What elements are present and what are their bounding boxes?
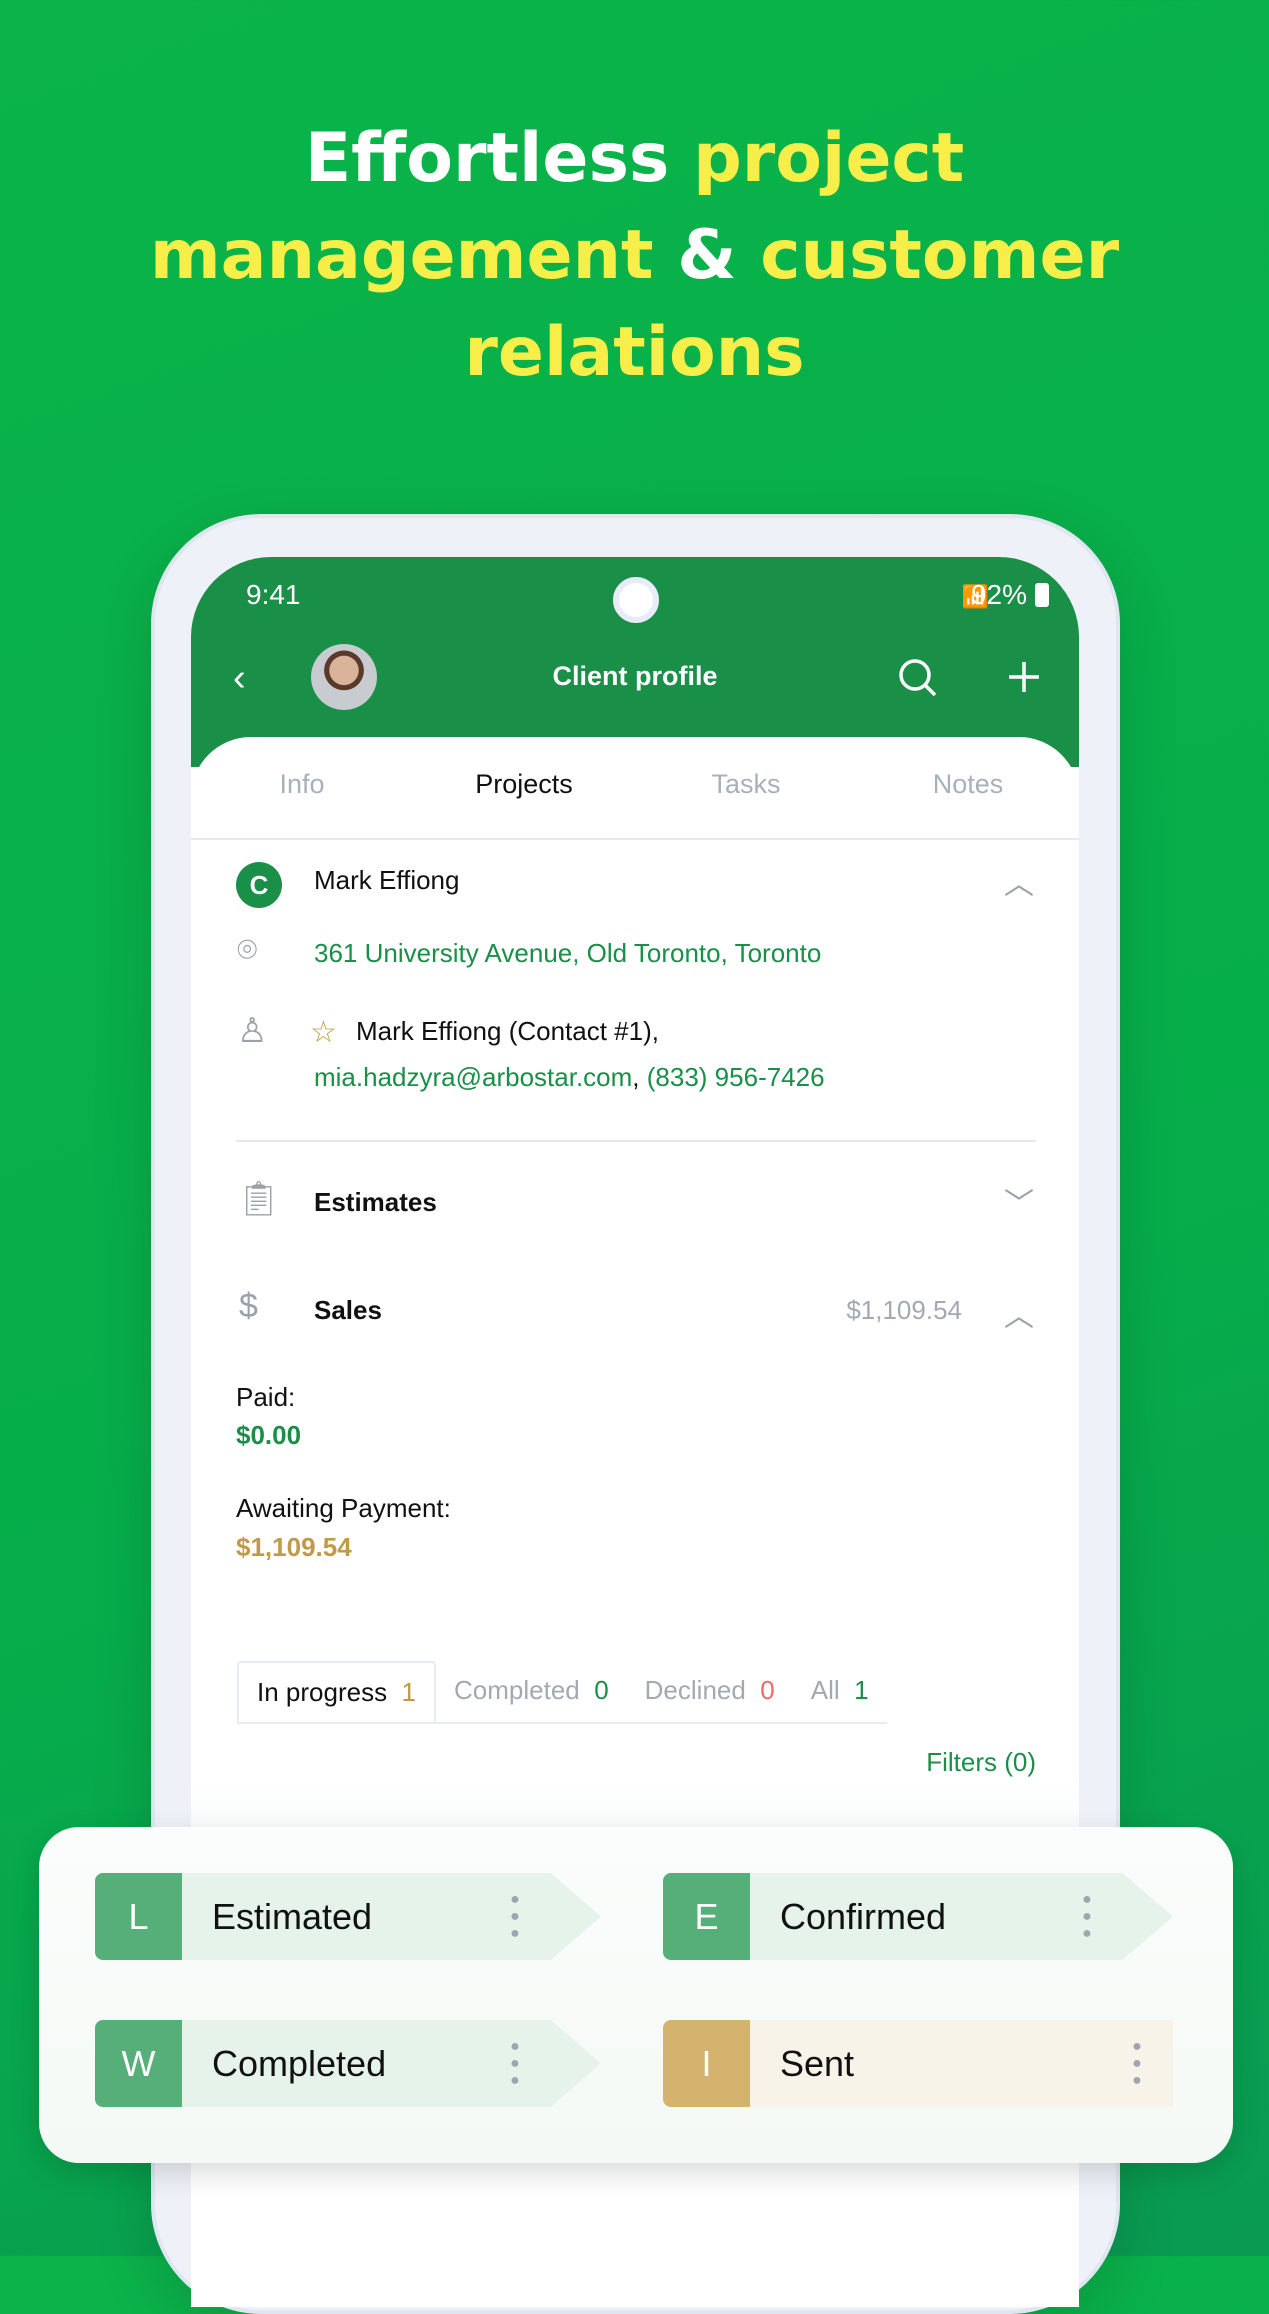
separator: , [632,1062,640,1092]
chip-label: Estimated [212,1895,373,1937]
contact-name: Mark Effiong (Contact #1), [356,1016,659,1046]
paid-value: $0.00 [236,1420,302,1450]
status-chip-confirmed[interactable]: E Confirmed ● ● ● [663,1873,1173,1960]
chip-letter: E [663,1873,750,1960]
chip-label: Confirmed [780,1895,947,1937]
headline-text: & [653,216,761,295]
chevron-up-icon[interactable]: ︿ [1004,859,1034,903]
client-address[interactable]: 361 University Avenue, Old Toronto, Toro… [314,938,821,969]
divider [191,838,1079,840]
tab-label: Declined [644,1675,746,1705]
tab-tasks[interactable]: Tasks [635,769,857,800]
star-icon[interactable]: ☆ [310,1015,337,1050]
tab-count: 1 [401,1677,416,1707]
headline-text: relations [464,313,805,392]
status-chip-completed[interactable]: W Completed ● ● ● [95,2020,601,2107]
chip-letter: I [663,2020,750,2107]
tab-projects[interactable]: Projects [413,769,635,800]
chip-label: Sent [780,2042,855,2084]
estimates-section[interactable]: Estimates [314,1187,437,1218]
tab-bar: Info Projects Tasks Notes [191,769,1079,800]
battery-level: 92% [970,579,1027,610]
status-tab-declined[interactable]: Declined 0 [627,1661,793,1722]
battery-icon [1035,583,1049,607]
chevron-up-icon[interactable]: ︿ [1004,1291,1034,1335]
page-title: Client profile [552,661,718,691]
filters-button[interactable]: Filters (0) [926,1747,1036,1778]
status-tab-all[interactable]: All 1 [793,1661,887,1722]
dollar-icon: $ [239,1287,258,1325]
tab-label: Completed [454,1675,580,1705]
chip-letter: W [95,2020,182,2107]
headline-text: project [693,119,965,198]
sales-section[interactable]: Sales [314,1295,382,1326]
contact-email[interactable]: mia.hadzyra@arbostar.com [314,1062,632,1092]
divider [236,1140,1036,1142]
client-initial-badge: C [236,862,282,908]
client-name: Mark Effiong [314,865,460,895]
tab-info[interactable]: Info [191,769,413,800]
tab-count: 1 [854,1675,869,1705]
tab-label: All [810,1675,840,1705]
tab-count: 0 [760,1675,775,1705]
location-pin-icon: ⌾ [237,931,258,969]
more-options-icon[interactable]: ● ● ● [1131,2038,1143,2089]
status-tab-completed[interactable]: Completed 0 [436,1661,627,1722]
paid-label: Paid: [236,1382,296,1412]
status-tabs: In progress 1 Completed 0 Declined 0 All… [237,1661,887,1724]
more-options-icon[interactable]: ● ● ● [509,1891,521,1942]
sales-total: $1,109.54 [846,1295,962,1325]
clipboard-icon: 📋︎ [237,1180,281,1218]
headline-text: Effortless [304,119,694,198]
more-options-icon[interactable]: ● ● ● [509,2038,521,2089]
tab-label: In progress [257,1677,388,1707]
search-icon[interactable] [897,657,939,699]
headline-text: customer [760,216,1120,295]
tab-count: 0 [594,1675,609,1705]
app-bar: 9:41 📶 92% ‹ Client profile [191,557,1079,767]
status-tab-in-progress[interactable]: In progress 1 [237,1661,436,1722]
awaiting-value: $1,109.54 [236,1532,352,1562]
awaiting-label: Awaiting Payment: [236,1493,451,1523]
chevron-down-icon[interactable]: ﹀ [1004,1179,1034,1223]
person-icon: ♙ [237,1012,268,1050]
chip-label: Completed [212,2042,387,2084]
tab-notes[interactable]: Notes [857,769,1079,800]
status-chip-estimated[interactable]: L Estimated ● ● ● [95,1873,601,1960]
chip-letter: L [95,1873,182,1960]
headline-text: management [149,216,654,295]
more-options-icon[interactable]: ● ● ● [1081,1891,1093,1942]
contact-phone[interactable]: (833) 956-7426 [647,1062,825,1092]
headline: Effortless project management & customer… [0,110,1269,401]
plus-icon[interactable] [1006,659,1042,695]
status-time: 9:41 [246,579,301,610]
camera-icon [613,577,659,623]
status-chip-sent[interactable]: I Sent ● ● ● [663,2020,1173,2107]
